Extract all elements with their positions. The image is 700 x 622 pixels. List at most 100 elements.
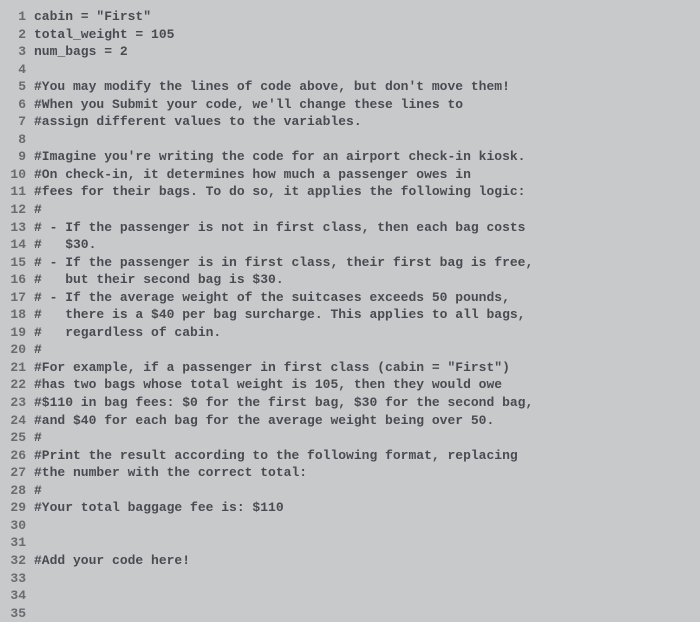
code-line[interactable]: 8	[0, 131, 700, 149]
line-content[interactable]: #fees for their bags. To do so, it appli…	[34, 183, 700, 201]
line-content[interactable]: #the number with the correct total:	[34, 464, 700, 482]
code-line[interactable]: 7#assign different values to the variabl…	[0, 113, 700, 131]
line-number: 24	[0, 412, 34, 430]
line-number: 11	[0, 183, 34, 201]
code-line[interactable]: 27#the number with the correct total:	[0, 464, 700, 482]
line-content[interactable]	[34, 131, 700, 149]
line-number: 26	[0, 447, 34, 465]
line-content[interactable]: cabin = "First"	[34, 8, 700, 26]
line-number: 35	[0, 605, 34, 622]
code-line[interactable]: 25#	[0, 429, 700, 447]
line-content[interactable]	[34, 517, 700, 535]
line-content[interactable]: # there is a $40 per bag surcharge. This…	[34, 306, 700, 324]
line-content[interactable]	[34, 587, 700, 605]
line-number: 20	[0, 341, 34, 359]
code-line[interactable]: 30	[0, 517, 700, 535]
line-content[interactable]: #assign different values to the variable…	[34, 113, 700, 131]
line-content[interactable]: #	[34, 201, 700, 219]
line-content[interactable]: #Your total baggage fee is: $110	[34, 499, 700, 517]
code-line[interactable]: 22#has two bags whose total weight is 10…	[0, 376, 700, 394]
line-content[interactable]	[34, 61, 700, 79]
line-number: 34	[0, 587, 34, 605]
line-content[interactable]: #	[34, 341, 700, 359]
code-line[interactable]: 31	[0, 534, 700, 552]
line-number: 32	[0, 552, 34, 570]
line-content[interactable]: # $30.	[34, 236, 700, 254]
code-line[interactable]: 20#	[0, 341, 700, 359]
code-line[interactable]: 34	[0, 587, 700, 605]
code-line[interactable]: 14# $30.	[0, 236, 700, 254]
line-content[interactable]: #	[34, 482, 700, 500]
line-content[interactable]: #For example, if a passenger in first cl…	[34, 359, 700, 377]
line-content[interactable]: # - If the passenger is in first class, …	[34, 254, 700, 272]
line-content[interactable]: #Imagine you're writing the code for an …	[34, 148, 700, 166]
line-content[interactable]	[34, 534, 700, 552]
line-number: 30	[0, 517, 34, 535]
code-line[interactable]: 12#	[0, 201, 700, 219]
line-content[interactable]: #$110 in bag fees: $0 for the first bag,…	[34, 394, 700, 412]
code-line[interactable]: 2total_weight = 105	[0, 26, 700, 44]
code-line[interactable]: 15# - If the passenger is in first class…	[0, 254, 700, 272]
code-line[interactable]: 4	[0, 61, 700, 79]
code-line[interactable]: 3num_bags = 2	[0, 43, 700, 61]
line-number: 31	[0, 534, 34, 552]
line-number: 22	[0, 376, 34, 394]
code-line[interactable]: 13# - If the passenger is not in first c…	[0, 219, 700, 237]
line-number: 9	[0, 148, 34, 166]
line-number: 15	[0, 254, 34, 272]
line-content[interactable]: #You may modify the lines of code above,…	[34, 78, 700, 96]
line-content[interactable]: #On check-in, it determines how much a p…	[34, 166, 700, 184]
code-line[interactable]: 11#fees for their bags. To do so, it app…	[0, 183, 700, 201]
code-line[interactable]: 1cabin = "First"	[0, 8, 700, 26]
line-content[interactable]: #and $40 for each bag for the average we…	[34, 412, 700, 430]
code-line[interactable]: 26#Print the result according to the fol…	[0, 447, 700, 465]
code-line[interactable]: 19# regardless of cabin.	[0, 324, 700, 342]
line-number: 12	[0, 201, 34, 219]
code-line[interactable]: 32#Add your code here!	[0, 552, 700, 570]
code-line[interactable]: 35	[0, 605, 700, 622]
line-number: 17	[0, 289, 34, 307]
line-content[interactable]: total_weight = 105	[34, 26, 700, 44]
line-content[interactable]	[34, 570, 700, 588]
line-number: 21	[0, 359, 34, 377]
line-content[interactable]	[34, 605, 700, 622]
line-number: 4	[0, 61, 34, 79]
code-line[interactable]: 10#On check-in, it determines how much a…	[0, 166, 700, 184]
line-content[interactable]: # regardless of cabin.	[34, 324, 700, 342]
line-content[interactable]: # - If the average weight of the suitcas…	[34, 289, 700, 307]
code-line[interactable]: 6#When you Submit your code, we'll chang…	[0, 96, 700, 114]
line-number: 25	[0, 429, 34, 447]
line-number: 5	[0, 78, 34, 96]
line-content[interactable]: #Add your code here!	[34, 552, 700, 570]
line-content[interactable]: #has two bags whose total weight is 105,…	[34, 376, 700, 394]
code-line[interactable]: 21#For example, if a passenger in first …	[0, 359, 700, 377]
code-line[interactable]: 24#and $40 for each bag for the average …	[0, 412, 700, 430]
code-line[interactable]: 18# there is a $40 per bag surcharge. Th…	[0, 306, 700, 324]
code-line[interactable]: 5#You may modify the lines of code above…	[0, 78, 700, 96]
line-number: 6	[0, 96, 34, 114]
line-number: 23	[0, 394, 34, 412]
code-line[interactable]: 28#	[0, 482, 700, 500]
line-number: 28	[0, 482, 34, 500]
line-content[interactable]: num_bags = 2	[34, 43, 700, 61]
code-line[interactable]: 23#$110 in bag fees: $0 for the first ba…	[0, 394, 700, 412]
line-content[interactable]: # - If the passenger is not in first cla…	[34, 219, 700, 237]
code-line[interactable]: 16# but their second bag is $30.	[0, 271, 700, 289]
code-editor[interactable]: 1cabin = "First"2total_weight = 1053num_…	[0, 8, 700, 622]
code-line[interactable]: 33	[0, 570, 700, 588]
line-number: 16	[0, 271, 34, 289]
line-content[interactable]: #When you Submit your code, we'll change…	[34, 96, 700, 114]
line-number: 10	[0, 166, 34, 184]
line-number: 13	[0, 219, 34, 237]
line-content[interactable]: #Print the result according to the follo…	[34, 447, 700, 465]
code-line[interactable]: 17# - If the average weight of the suitc…	[0, 289, 700, 307]
line-number: 1	[0, 8, 34, 26]
line-number: 29	[0, 499, 34, 517]
line-number: 14	[0, 236, 34, 254]
line-number: 19	[0, 324, 34, 342]
line-content[interactable]: # but their second bag is $30.	[34, 271, 700, 289]
line-number: 2	[0, 26, 34, 44]
line-content[interactable]: #	[34, 429, 700, 447]
code-line[interactable]: 9#Imagine you're writing the code for an…	[0, 148, 700, 166]
code-line[interactable]: 29#Your total baggage fee is: $110	[0, 499, 700, 517]
